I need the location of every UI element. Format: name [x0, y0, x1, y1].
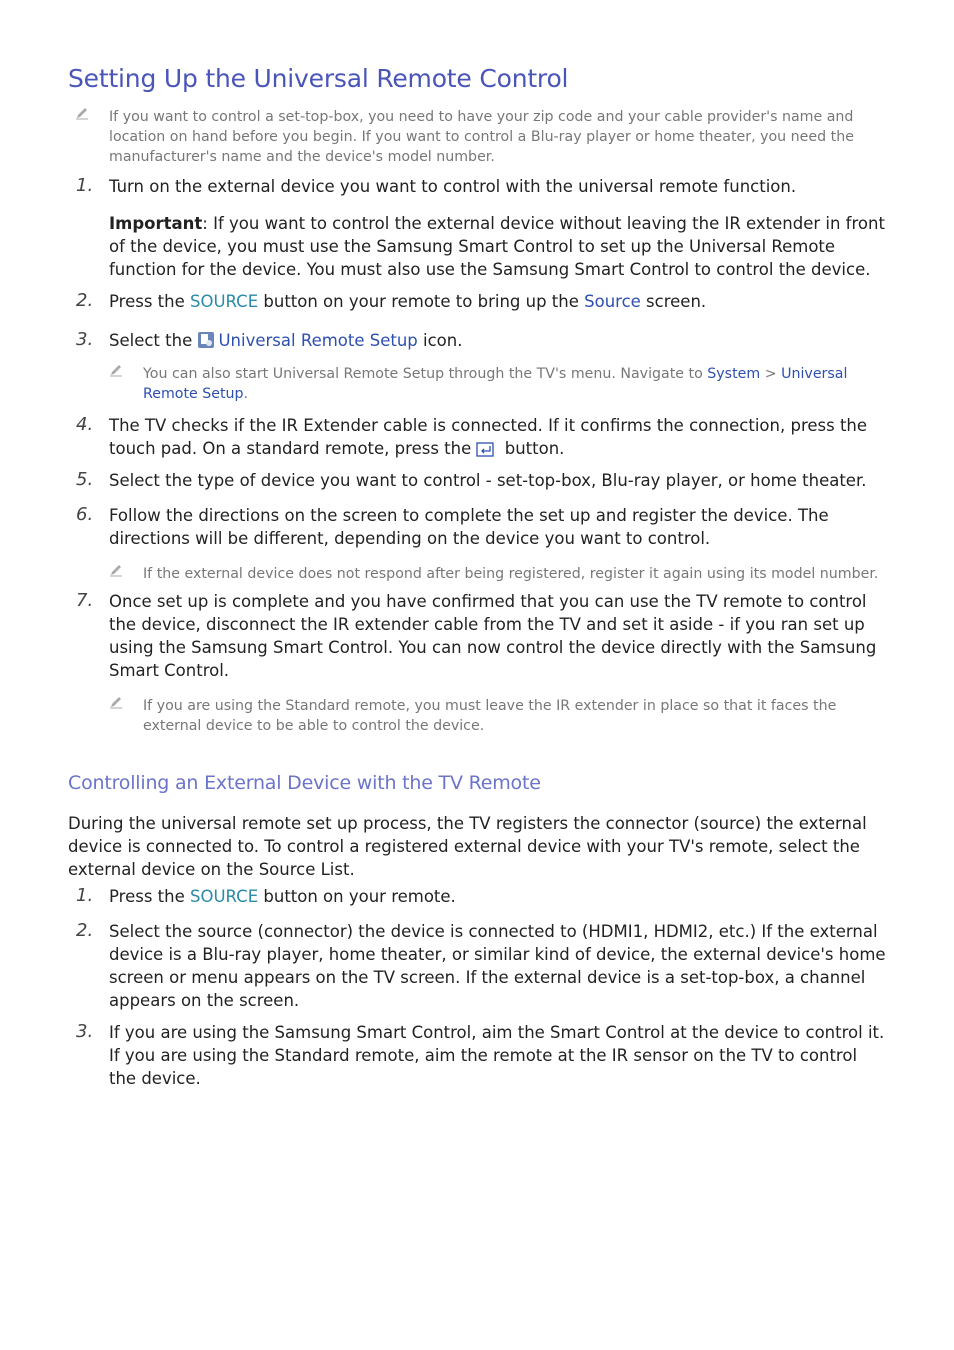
intro-note: If you want to control a set-top-box, yo… — [68, 107, 886, 167]
step-7-note: If you are using the Standard remote, yo… — [68, 696, 886, 736]
step-4: 4. The TV checks if the IR Extender cabl… — [76, 414, 868, 458]
pencil-icon — [110, 697, 122, 709]
section-heading: Controlling an External Device with the … — [68, 772, 541, 794]
important-paragraph: Important: If you want to control the ex… — [109, 214, 885, 279]
step-7: 7. Once set up is complete and you have … — [76, 590, 877, 680]
step-2: 2. Press the SOURCE button on your remot… — [76, 290, 707, 311]
step-5: 5. Select the type of device you want to… — [76, 469, 867, 490]
source-button-ref: SOURCE — [190, 292, 259, 311]
step-3: 3. Select the Universal Remote Setup ico… — [76, 329, 463, 350]
pencil-icon — [110, 365, 122, 377]
step-6-note: If the external device does not respond … — [68, 564, 886, 584]
section2-step-3: 3. If you are using the Samsung Smart Co… — [76, 1021, 885, 1088]
source-screen-ref: Source — [584, 292, 641, 311]
universal-remote-setup-icon — [198, 332, 215, 348]
pencil-icon — [76, 108, 88, 120]
section2-step-2: 2. Select the source (connector) the dev… — [76, 920, 886, 1010]
step-1: 1. Turn on the external device you want … — [76, 175, 797, 196]
document-page: Setting Up the Universal Remote Control … — [68, 60, 886, 1099]
step-6: 6. Follow the directions on the screen t… — [76, 504, 829, 548]
step-3-note: You can also start Universal Remote Setu… — [68, 364, 886, 404]
page-title: Setting Up the Universal Remote Control — [68, 64, 569, 93]
enter-button-icon — [476, 442, 495, 457]
section-body: During the universal remote set up proce… — [68, 814, 867, 879]
pencil-icon — [110, 565, 122, 577]
section2-step-1: 1. Press the SOURCE button on your remot… — [76, 885, 456, 906]
